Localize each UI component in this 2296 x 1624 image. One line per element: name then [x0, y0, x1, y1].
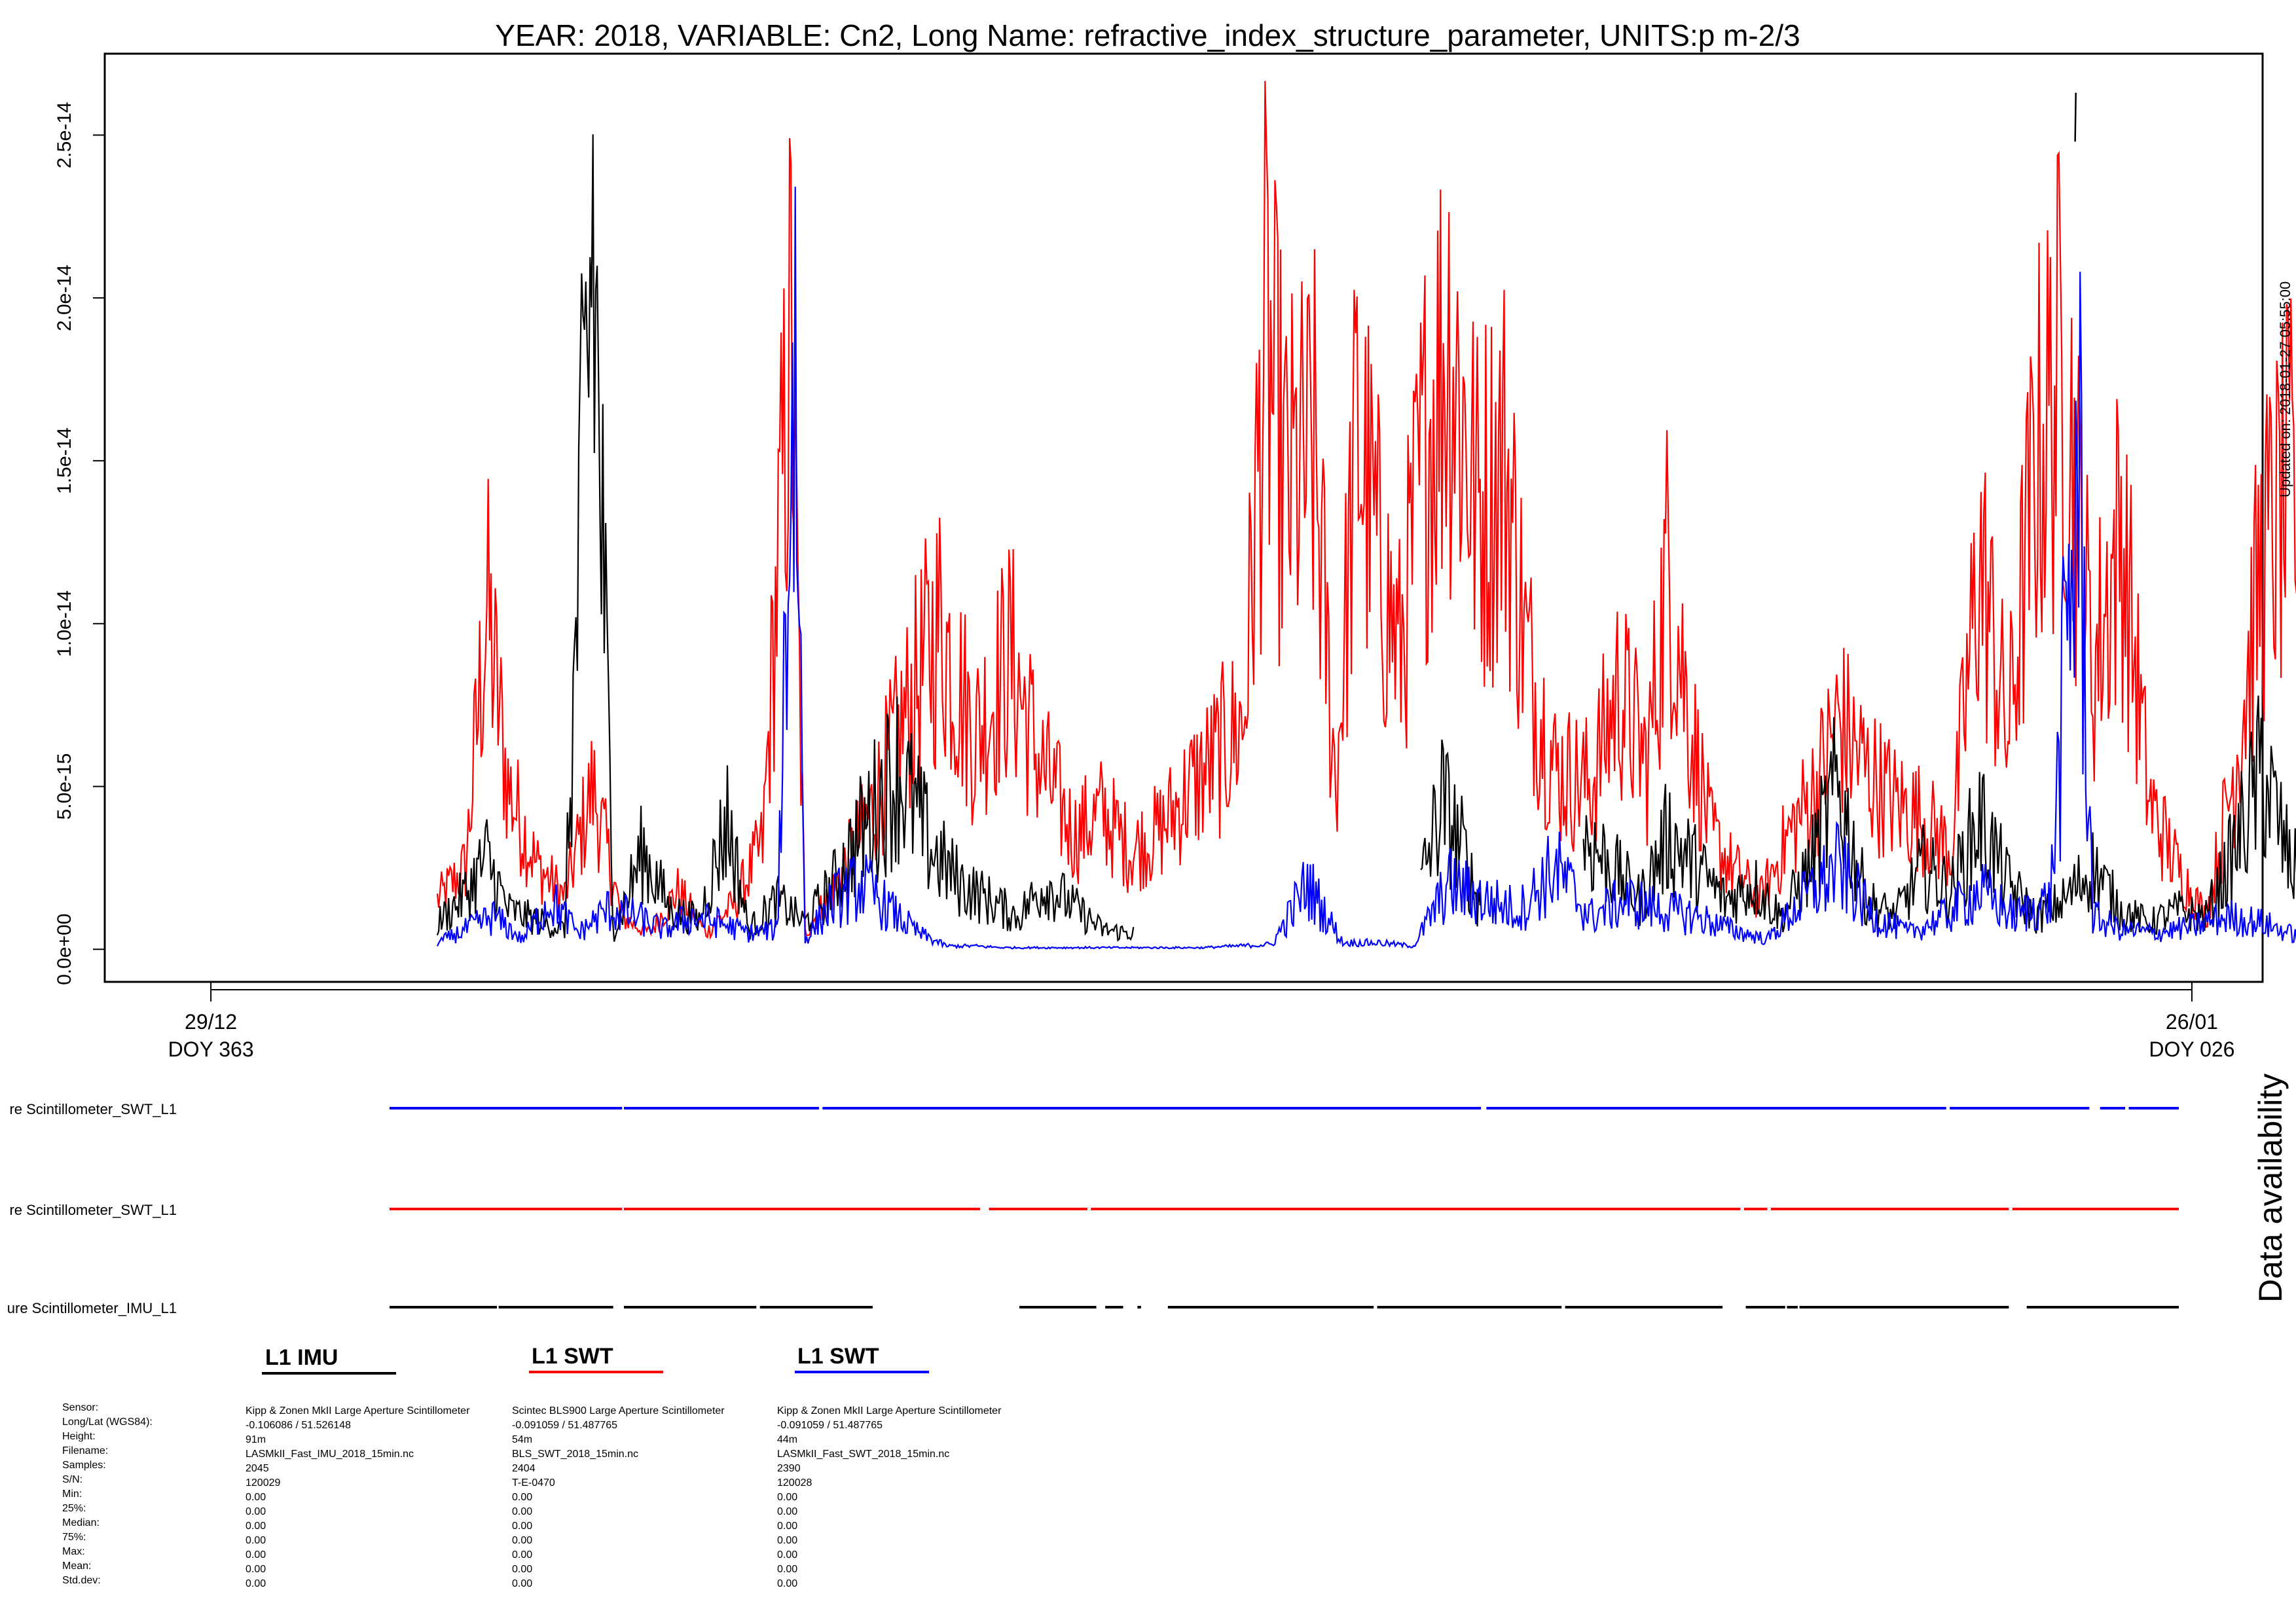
legend-title-swt-red: L1 SWT [532, 1344, 613, 1369]
stats-label: S/N: [62, 1474, 83, 1485]
stats-label: Height: [62, 1431, 96, 1442]
stats-label: Long/Lat (WGS84): [62, 1416, 153, 1428]
stats-value: 0.00 [246, 1492, 266, 1503]
stats-label: Std.dev: [62, 1575, 101, 1586]
stats-column-swt: Kipp & Zonen MkII Large Aperture Scintil… [777, 1404, 1001, 1591]
series-line-imu [2074, 92, 2077, 142]
stats-value: 0.00 [246, 1506, 266, 1517]
stats-value: BLS_SWT_2018_15min.nc [512, 1449, 638, 1460]
stats-labels: Sensor: Long/Lat (WGS84): Height: Filena… [62, 1401, 153, 1588]
stats-value: 2045 [246, 1463, 269, 1474]
stats-label: Filename: [62, 1445, 109, 1456]
stats-value: -0.091059 / 51.487765 [777, 1420, 883, 1431]
x-axis: 29/12 DOY 363 26/01 DOY 026 [168, 982, 2234, 1061]
stats-value: 0.00 [512, 1521, 533, 1532]
stats-label: Median: [62, 1517, 100, 1528]
availability-row-label: ure Scintillometer_IMU_L1 [7, 1300, 177, 1316]
stats-value: -0.106086 / 51.526148 [246, 1420, 352, 1431]
stats-value: 44m [777, 1434, 798, 1445]
legend-line-swt-blue [795, 1371, 929, 1373]
updated-timestamp: Updated on: 2018-01-27 05:55:00 [2277, 281, 2293, 497]
y-tick-label: 1.0e-14 [54, 590, 75, 657]
stats-value: 0.00 [512, 1564, 533, 1575]
x-tick-doy-label: DOY 026 [2149, 1038, 2234, 1061]
stats-column-bls: Scintec BLS900 Large Aperture Scintillom… [512, 1404, 725, 1591]
stats-value: LASMkII_Fast_SWT_2018_15min.nc [777, 1449, 950, 1460]
stats-value: 0.00 [512, 1492, 533, 1503]
stats-value: 0.00 [246, 1521, 266, 1532]
y-axis: 0.0e+00 5.0e-15 1.0e-14 1.5e-14 2.0e-14 2.5e-… [54, 102, 105, 985]
y-tick-label: 1.5e-14 [54, 427, 75, 494]
x-tick-label: 26/01 [2166, 1010, 2218, 1034]
chart-title: YEAR: 2018, VARIABLE: Cn2, Long Name: re… [495, 18, 1800, 52]
availability-title: Data availability [2252, 1074, 2289, 1303]
stats-label: 25%: [62, 1503, 86, 1514]
legend-title-imu: L1 IMU [265, 1345, 338, 1370]
stats-value: 0.00 [777, 1578, 798, 1589]
stats-column-imu: Kipp & Zonen MkII Large Aperture Scintil… [246, 1404, 469, 1591]
stats-value: T-E-0470 [512, 1477, 555, 1489]
stats-value: -0.091059 / 51.487765 [512, 1420, 618, 1431]
y-tick-label: 2.0e-14 [54, 264, 75, 331]
stats-label: Sensor: [62, 1402, 99, 1413]
stats-value: 0.00 [777, 1492, 798, 1503]
y-tick-label: 0.0e+00 [54, 914, 75, 985]
series-line-imu [1420, 739, 1481, 927]
stats-value: 91m [246, 1434, 266, 1445]
stats-value: LASMkII_Fast_IMU_2018_15min.nc [246, 1449, 414, 1460]
stats-value: Kipp & Zonen MkII Large Aperture Scintil… [246, 1405, 470, 1416]
stats-value: 0.00 [246, 1535, 266, 1546]
stats-value: 0.00 [512, 1506, 533, 1517]
series-line-swt-red [436, 81, 2296, 940]
stats-label: Max: [62, 1546, 85, 1557]
legend-title-swt-blue: L1 SWT [797, 1344, 879, 1369]
stats-value: 0.00 [777, 1521, 798, 1532]
data-availability-group: re Scintillometer_SWT_L1re Scintillomete… [7, 1101, 2179, 1316]
x-tick-doy-label: DOY 363 [168, 1038, 254, 1061]
stats-label: Samples: [62, 1460, 106, 1471]
plot-frame [103, 52, 2264, 983]
legend-line-imu [262, 1372, 396, 1375]
stats-value: 0.00 [512, 1549, 533, 1561]
y-tick-label: 2.5e-14 [54, 102, 75, 169]
stats-value: 0.00 [777, 1549, 798, 1561]
stats-value: Scintec BLS900 Large Aperture Scintillom… [512, 1405, 725, 1416]
stats-value: 120028 [777, 1477, 812, 1489]
stats-value: 0.00 [246, 1578, 266, 1589]
y-tick-label: 5.0e-15 [54, 753, 75, 820]
stats-value: 0.00 [512, 1578, 533, 1589]
chart-svg: YEAR: 2018, VARIABLE: Cn2, Long Name: re… [7, 18, 2296, 1316]
stats-value: 120029 [246, 1477, 281, 1489]
x-tick-label: 29/12 [185, 1010, 237, 1034]
stats-value: 0.00 [777, 1506, 798, 1517]
stats-value: 0.00 [777, 1535, 798, 1546]
stats-value: 54m [512, 1434, 533, 1445]
stats-value: 0.00 [512, 1535, 533, 1546]
availability-row-label: re Scintillometer_SWT_L1 [9, 1101, 177, 1117]
stats-label: Mean: [62, 1561, 92, 1572]
stats-value: 0.00 [777, 1564, 798, 1575]
stats-value: 0.00 [246, 1564, 266, 1575]
availability-row-label: re Scintillometer_SWT_L1 [9, 1202, 177, 1218]
stats-value: 2404 [512, 1463, 536, 1474]
series-group [436, 81, 2296, 950]
stats-label: 75%: [62, 1532, 86, 1543]
stats-label: Min: [62, 1489, 82, 1500]
legend-line-swt-red [529, 1371, 663, 1373]
stats-value: 2390 [777, 1463, 801, 1474]
stats-value: 0.00 [246, 1549, 266, 1561]
stats-value: Kipp & Zonen MkII Large Aperture Scintil… [777, 1405, 1002, 1416]
